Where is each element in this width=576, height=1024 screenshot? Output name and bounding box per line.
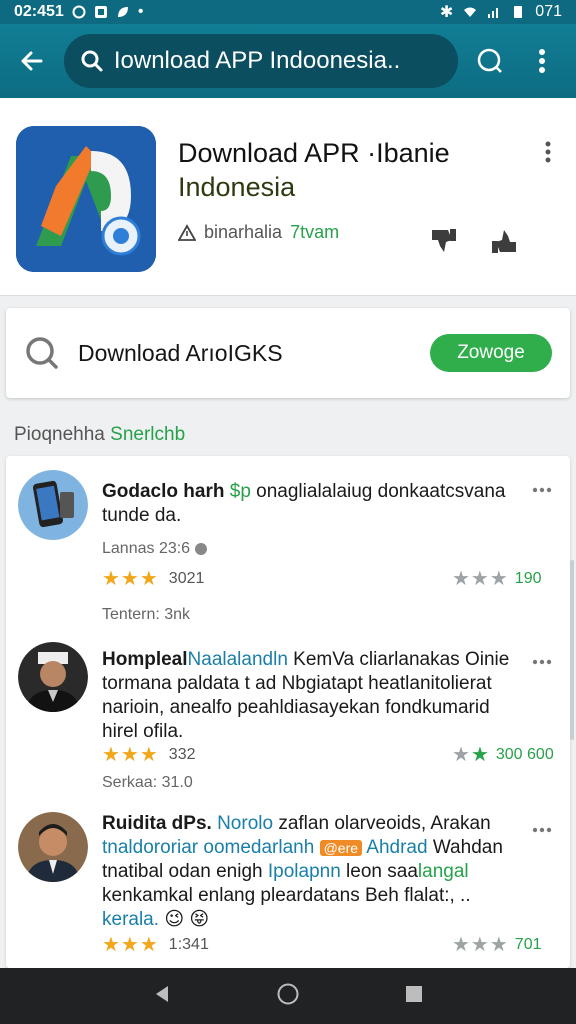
- review-footer: Serkaa: 31.0: [102, 774, 193, 791]
- wifi-icon: [464, 7, 477, 17]
- signal-icon: [488, 8, 499, 18]
- search-input[interactable]: Iownload APP Indoonesia..: [63, 34, 459, 88]
- more-vert-icon: [545, 141, 551, 163]
- search-icon: [81, 50, 103, 72]
- app-developer: binarhalia: [204, 222, 283, 242]
- app-title-line2: Indonesia: [178, 172, 296, 202]
- thumbs-up-button[interactable]: [488, 226, 520, 261]
- navigation-bar: [0, 968, 576, 1024]
- rating-count: 3021: [168, 569, 205, 587]
- review-rating-left: ★★★ 332: [102, 742, 196, 767]
- thumbs-down-icon: [432, 229, 456, 252]
- section-title-highlight: Snerlchb: [110, 424, 186, 445]
- review-link[interactable]: kerala.: [102, 909, 159, 930]
- square-recents-icon: [406, 985, 422, 1002]
- bluetooth-icon: ✱: [439, 4, 454, 21]
- app-bar: Iownload APP Indoonesia..: [0, 24, 576, 98]
- review-more-button[interactable]: [530, 822, 554, 838]
- download-label: Download ArıoIGKS: [78, 339, 283, 366]
- more-horiz-icon: [532, 827, 552, 833]
- search-icon: [26, 337, 58, 369]
- review-more-button[interactable]: [530, 482, 554, 498]
- review-rating-right: ★★★ 701: [452, 932, 542, 957]
- review-rating-left: ★★★ 1:341: [102, 932, 209, 957]
- review-footer: Tentern: 3nk: [102, 606, 191, 623]
- leaf-icon: [117, 7, 128, 17]
- review-text: Godaclo harh $p onaglialalaiug donkaatcs…: [102, 480, 522, 528]
- scrollbar[interactable]: [570, 560, 574, 740]
- back-arrow-icon: [21, 51, 43, 71]
- more-horiz-icon: [532, 659, 552, 665]
- review-badge: @ere: [319, 840, 363, 856]
- app-title: Download APR ·Ibanie Indonesia: [178, 136, 450, 204]
- rating-count: 701: [514, 935, 542, 953]
- nav-recents-button[interactable]: [404, 984, 424, 1009]
- emoji-icon: 😉 😝: [164, 909, 210, 930]
- review-body: zaflan olarveoids, Arakan: [273, 813, 491, 834]
- download-button[interactable]: Zowoge: [430, 334, 552, 372]
- review-more-button[interactable]: [530, 654, 554, 670]
- status-time: 02:451: [14, 3, 64, 20]
- review-highlight: Norolo: [217, 813, 274, 834]
- section-title-prefix: Pioqnehha: [14, 424, 105, 445]
- star-icon: ★★★: [452, 568, 509, 590]
- triangle-back-icon: [156, 985, 168, 1002]
- avatar[interactable]: [18, 642, 88, 712]
- voice-search-button[interactable]: [470, 41, 510, 81]
- app-logo-icon[interactable]: [16, 126, 156, 272]
- review-text: Ruidita dPs. Norolo zaflan olarveoids, A…: [102, 813, 503, 930]
- info-icon: [194, 542, 207, 555]
- avatar[interactable]: [18, 812, 88, 882]
- review-link[interactable]: Ahdrad: [366, 837, 427, 858]
- search-circle-icon: [477, 48, 503, 73]
- review-link[interactable]: Ipolapnn: [268, 861, 341, 882]
- review-list: Godaclo harh $p onaglialalaiug donkaatcs…: [6, 456, 570, 968]
- battery-icon: [514, 6, 523, 18]
- app-more-button[interactable]: [538, 138, 558, 166]
- reviewer-name: Hompleal: [102, 649, 188, 670]
- review-highlight: Naalalandln: [187, 649, 288, 670]
- app-header-card: Download APR ·Ibanie Indonesia binarhali…: [0, 98, 576, 296]
- avatar[interactable]: [18, 470, 88, 540]
- app-meta: binarhalia 7tvam: [178, 222, 339, 243]
- app-rating-highlight: 7tvam: [290, 222, 340, 242]
- clock-icon: [72, 5, 86, 19]
- battery-level: 071: [535, 3, 562, 20]
- thumbs-up-icon: [492, 230, 516, 253]
- reviewer-name: Godaclo harh: [102, 481, 225, 502]
- rating-count: 1:341: [168, 935, 209, 953]
- notification-app-icon: [94, 6, 107, 18]
- star-icon: ★★★: [102, 934, 159, 956]
- download-card: Download ArıoIGKS Zowoge: [6, 308, 570, 398]
- status-bar: 02:451 • ✱ 071: [0, 0, 576, 24]
- review-highlight: $p: [229, 481, 251, 502]
- review-rating-right: ★★★ 190: [452, 566, 542, 591]
- thumbs-down-button[interactable]: [428, 226, 460, 261]
- dot-icon: •: [137, 3, 144, 20]
- more-vert-icon: [539, 49, 546, 73]
- review-text: HomplealNaalalandln KemVa cliarlanakas O…: [102, 648, 522, 744]
- review-date: Lannas 23:6: [102, 540, 207, 558]
- more-horiz-icon: [532, 487, 552, 493]
- review-rating-left: ★★★ 3021: [102, 566, 204, 591]
- reviewer-name: Ruidita dPs.: [102, 813, 212, 834]
- rating-count: 300 600: [495, 745, 554, 763]
- review-link[interactable]: tnaldororiar oomedarlanh: [102, 837, 314, 858]
- rating-count: 332: [168, 745, 196, 763]
- star-icon: ★★★: [452, 934, 509, 956]
- circle-home-icon: [277, 983, 299, 1004]
- star-icon: ★★★: [102, 568, 159, 590]
- rating-count: 190: [514, 569, 542, 587]
- section-title: Pioqnehha Snerlchb: [14, 424, 185, 446]
- star-icon: ★★★: [102, 744, 159, 766]
- review-rating-right: ★★ 300 600: [452, 742, 554, 767]
- star-icon: ★★: [452, 744, 490, 766]
- back-button[interactable]: [14, 43, 50, 79]
- overflow-menu-button[interactable]: [522, 41, 562, 81]
- warning-icon: [178, 223, 196, 241]
- search-query: Iownload APP Indoonesia..: [113, 47, 401, 74]
- nav-back-button[interactable]: [152, 984, 172, 1009]
- nav-home-button[interactable]: [276, 982, 300, 1011]
- app-title-line1: Download APR ·Ibanie: [178, 138, 450, 168]
